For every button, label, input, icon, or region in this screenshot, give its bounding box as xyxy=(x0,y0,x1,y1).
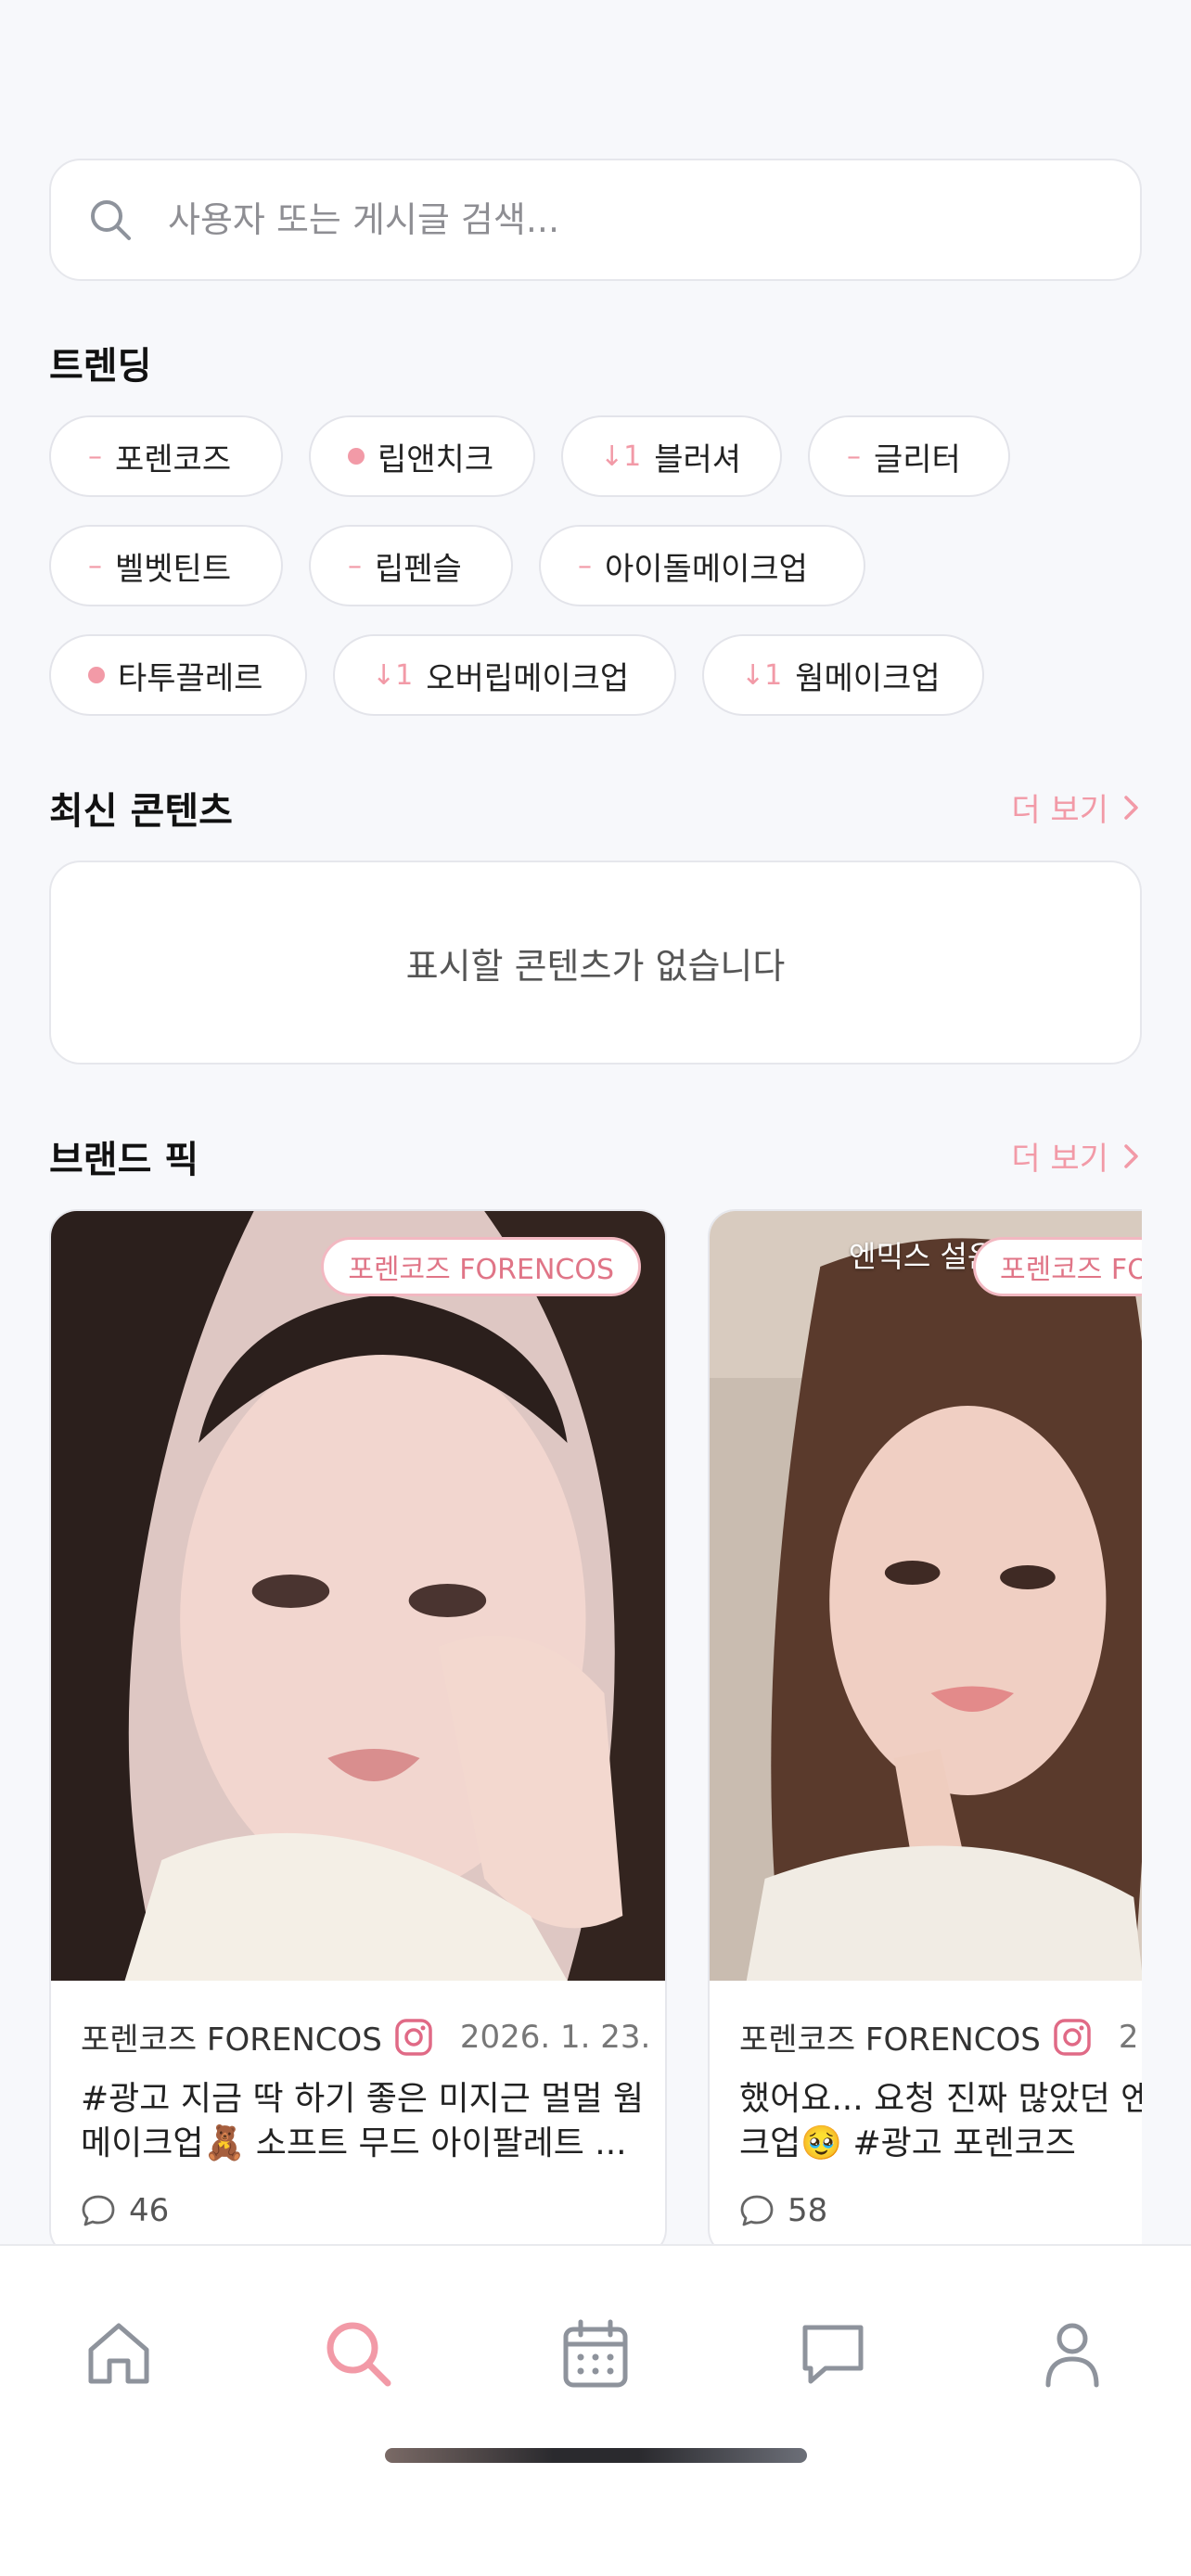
trend-flat-indicator: – xyxy=(578,549,592,582)
trend-chip[interactable]: – 아이돌메이크업 xyxy=(539,525,865,606)
author-name[interactable]: 포렌코즈 FORENCOS xyxy=(81,2014,382,2060)
chevron-right-icon xyxy=(1124,795,1138,820)
search-bar[interactable] xyxy=(49,159,1142,281)
brand-pick-carousel[interactable]: 포렌코즈 FORENCOS 포렌코즈 FORENCOS 2026. 1. 23.… xyxy=(49,1209,1142,2244)
chat-icon xyxy=(802,2325,864,2384)
more-label: 더 보기 xyxy=(1011,1141,1108,1178)
chevron-right-icon xyxy=(1124,1143,1138,1168)
chip-row: 타투끌레르 ↓1 오버립메이크업 ↓1 웜메이크업 xyxy=(49,634,1142,716)
trending-chips: – 포렌코즈 립앤치크 ↓1 블러셔 – 글리터 – 벨벳틴트 – 립펜슬 – … xyxy=(49,415,1142,744)
chip-label: 타투끌레르 xyxy=(118,659,263,697)
chip-label: 웜메이크업 xyxy=(795,659,941,697)
trend-flat-indicator: – xyxy=(847,440,861,473)
trend-down-indicator: ↓1 xyxy=(372,658,414,692)
comment-count-value: 58 xyxy=(788,2192,828,2229)
trend-chip[interactable]: ↓1 웜메이크업 xyxy=(702,634,984,716)
tab-chat[interactable] xyxy=(796,2316,870,2391)
post-meta: 포렌코즈 FORENCOS 2026. 1. 23. xyxy=(81,2014,650,2060)
post-meta: 포렌코즈 FORENCOS 2 xyxy=(739,2014,1139,2060)
latest-more-link[interactable]: 더 보기 xyxy=(1011,784,1142,830)
comment-icon xyxy=(740,2195,774,2226)
trend-chip[interactable]: ↓1 블러셔 xyxy=(561,415,782,497)
trend-down-indicator: ↓1 xyxy=(741,658,783,692)
chip-row: – 벨벳틴트 – 립펜슬 – 아이돌메이크업 xyxy=(49,525,1142,606)
chip-label: 블러셔 xyxy=(654,440,742,478)
trend-chip[interactable]: – 립펜슬 xyxy=(309,525,513,606)
post-photo xyxy=(710,1211,1142,1981)
latest-title: 최신 콘텐츠 xyxy=(49,790,233,833)
search-icon xyxy=(91,200,131,240)
trend-flat-indicator: – xyxy=(348,549,362,582)
trend-flat-indicator: – xyxy=(88,549,102,582)
chip-label: 글리터 xyxy=(874,440,961,478)
instagram-icon xyxy=(1054,2018,1091,2056)
calendar-icon xyxy=(563,2319,628,2388)
tab-home[interactable] xyxy=(82,2316,156,2391)
brand-card[interactable]: 엔믹스 설윤 포렌코즈 FORENCOS 포렌코즈 FORENCOS 2 했어요… xyxy=(708,1209,1142,2244)
tab-calendar[interactable] xyxy=(558,2316,633,2391)
comment-count-value: 46 xyxy=(129,2192,170,2229)
trend-flat-indicator: – xyxy=(88,440,102,473)
profile-icon xyxy=(1045,2323,1099,2388)
chip-label: 아이돌메이크업 xyxy=(605,550,808,588)
post-date: 2 xyxy=(1118,2018,1139,2056)
trend-chip[interactable]: – 포렌코즈 xyxy=(49,415,283,497)
trend-chip[interactable]: ↓1 오버립메이크업 xyxy=(333,634,676,716)
brand-pick-more-link[interactable]: 더 보기 xyxy=(1011,1133,1142,1179)
trend-new-dot-icon xyxy=(348,448,365,465)
tab-search[interactable] xyxy=(321,2316,395,2391)
more-label: 더 보기 xyxy=(1011,792,1108,829)
comment-count[interactable]: 58 xyxy=(739,2192,827,2229)
brand-badge: 포렌코즈 FORENCOS xyxy=(321,1237,641,1296)
post-caption: 했어요... 요청 진짜 많았던 엔믹스 메이크업🥹 #광고 포렌코즈 xyxy=(739,2080,1142,2162)
chip-row: – 포렌코즈 립앤치크 ↓1 블러셔 – 글리터 xyxy=(49,415,1142,497)
chip-label: 립펜슬 xyxy=(375,550,462,588)
search-icon xyxy=(327,2322,391,2387)
chip-label: 포렌코즈 xyxy=(115,440,232,478)
trend-chip[interactable]: – 글리터 xyxy=(808,415,1010,497)
trend-new-dot-icon xyxy=(88,667,105,683)
brand-card[interactable]: 포렌코즈 FORENCOS 포렌코즈 FORENCOS 2026. 1. 23.… xyxy=(49,1209,667,2244)
chip-label: 벨벳틴트 xyxy=(115,550,232,588)
trend-chip[interactable]: 타투끌레르 xyxy=(49,634,307,716)
brand-badge: 포렌코즈 FORENCOS xyxy=(973,1237,1142,1296)
chip-label: 립앤치크 xyxy=(378,440,494,478)
instagram-icon xyxy=(395,2018,432,2056)
post-photo xyxy=(51,1211,665,1981)
post-date: 2026. 1. 23. xyxy=(459,2018,651,2056)
search-input[interactable] xyxy=(168,199,1095,240)
comment-icon xyxy=(82,2195,115,2226)
chip-label: 오버립메이크업 xyxy=(426,659,630,697)
latest-empty-state: 표시할 콘텐츠가 없습니다 xyxy=(49,861,1142,1065)
home-indicator xyxy=(385,2448,807,2463)
tab-profile[interactable] xyxy=(1035,2316,1109,2391)
author-name[interactable]: 포렌코즈 FORENCOS xyxy=(739,2014,1041,2060)
bottom-tab-bar xyxy=(0,2244,1191,2576)
brand-pick-title: 브랜드 픽 xyxy=(49,1139,199,1181)
trend-chip[interactable]: – 벨벳틴트 xyxy=(49,525,283,606)
home-icon xyxy=(88,2323,149,2384)
comment-count[interactable]: 46 xyxy=(81,2192,169,2229)
trend-chip[interactable]: 립앤치크 xyxy=(309,415,535,497)
trend-down-indicator: ↓1 xyxy=(600,440,642,473)
post-caption: #광고 지금 딱 하기 좋은 미지근 멀멀 웜 메이크업🧸 소프트 무드 아이팔… xyxy=(81,2080,645,2162)
trending-title: 트렌딩 xyxy=(49,345,152,388)
